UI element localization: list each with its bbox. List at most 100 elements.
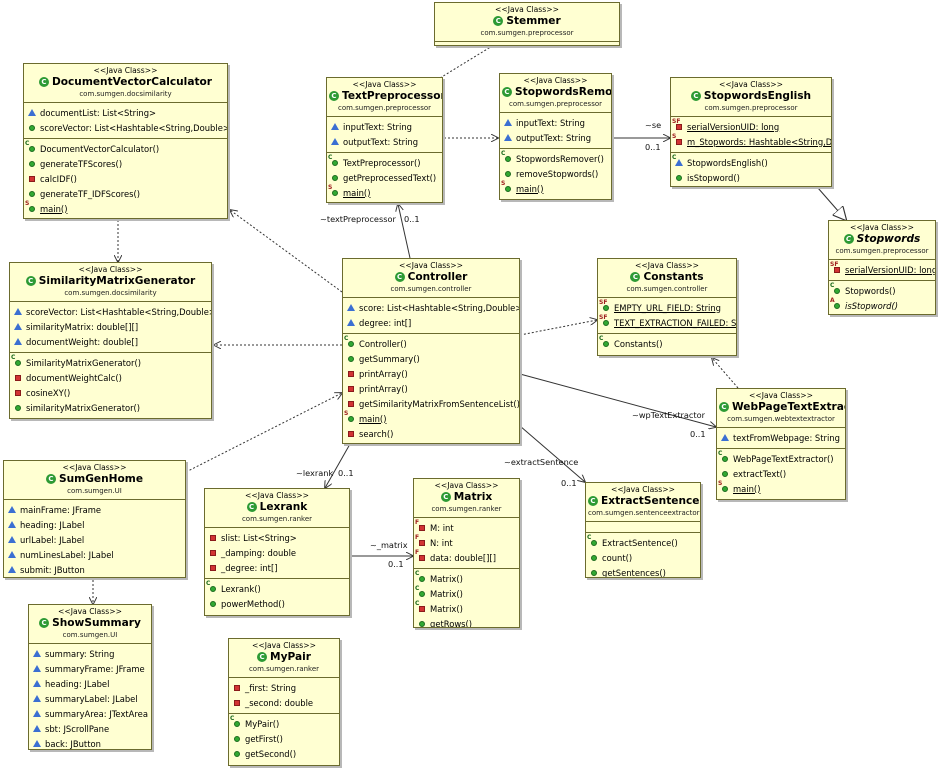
webpage-operations-row[interactable]: Smain() — [717, 480, 845, 496]
controller-attributes-row[interactable]: degree: int[] — [343, 315, 519, 330]
matrix-operations-row[interactable]: C Matrix() — [414, 570, 519, 586]
stopremover-attributes-row[interactable]: outputText: String — [500, 130, 611, 145]
simgen-operations-row[interactable]: cosineXY() — [10, 385, 211, 400]
controller-operations-row[interactable]: printArray() — [343, 381, 519, 396]
simgen-operations-row[interactable]: similarityMatrixGenerator() — [10, 400, 211, 415]
matrix-operations-row[interactable]: C Matrix() — [414, 600, 519, 616]
class-box-lexrank[interactable]: <<Java Class>> C Lexrank com.sumgen.ranker s… — [204, 488, 350, 616]
stopremover-operations-row[interactable]: Smain() — [500, 180, 611, 196]
textpre-operations-row[interactable]: C TextPreprocessor() — [327, 154, 442, 170]
docvec-attributes-row[interactable]: scoreVector: List<Hashtable<String,Doubl… — [24, 120, 227, 135]
docvec-operations-row[interactable]: calcIDF() — [24, 171, 227, 186]
stopwords-operations-row[interactable]: AisStopword() — [829, 297, 935, 313]
mypair-operations-row[interactable]: getSecond() — [229, 746, 339, 761]
sumgenhome-attributes-row[interactable]: urlLabel: JLabel — [4, 532, 185, 547]
sumgenhome-attributes-row[interactable]: mainFrame: JFrame — [4, 502, 185, 517]
class-box-matrix[interactable]: <<Java Class>> C Matrix com.sumgen.ranker F M… — [413, 478, 520, 628]
class-box-stemmer[interactable]: <<Java Class>> C Stemmer com.sumgen.preproc… — [434, 2, 620, 46]
attributes-compartment: score: List<Hashtable<String,Double>> deg… — [343, 298, 519, 334]
constants-attributes-row[interactable]: SF EMPTY_URL_FIELD: String — [598, 299, 736, 315]
textpre-operations-row[interactable]: getPreprocessedText() — [327, 170, 442, 185]
showsummary-attributes-row[interactable]: back: JButton — [29, 736, 151, 749]
controller-attributes-row[interactable]: score: List<Hashtable<String,Double>> — [343, 300, 519, 315]
class-box-showsummary[interactable]: <<Java Class>> C ShowSummary com.sumgen.UI s… — [28, 604, 152, 750]
matrix-attributes-row[interactable]: F N: int — [414, 534, 519, 550]
public-visibility-icon: C — [328, 154, 340, 168]
textpre-operations-row[interactable]: Smain() — [327, 184, 442, 200]
class-box-textpre[interactable]: <<Java Class>> C TextPreprocessor com.sumge… — [326, 77, 443, 203]
stopremover-operations-row[interactable]: removeStopwords() — [500, 166, 611, 181]
docvec-attributes-row[interactable]: documentList: List<String> — [24, 105, 227, 120]
extract-operations-row[interactable]: count() — [586, 550, 700, 565]
controller-operations-row[interactable]: getSummary() — [343, 351, 519, 366]
stopwords-operations-row[interactable]: C Stopwords() — [829, 282, 935, 298]
lexrank-attributes-row[interactable]: _damping: double — [205, 545, 349, 560]
class-box-sumgenhome[interactable]: <<Java Class>> C SumGenHome com.sumgen.UI ma… — [3, 460, 186, 578]
mypair-operations-row[interactable]: getFirst() — [229, 731, 339, 746]
class-box-controller[interactable]: <<Java Class>> C Controller com.sumgen.cont… — [342, 258, 520, 444]
lexrank-operations-row[interactable]: C Lexrank() — [205, 580, 349, 596]
class-box-stopwords[interactable]: <<Java Class>> C Stopwords com.sumgen.prepr… — [828, 220, 936, 315]
class-box-simgen[interactable]: <<Java Class>> C SimilarityMatrixGenerator… — [9, 262, 212, 419]
public-visibility-icon — [330, 173, 340, 183]
stopenglish-operations-row[interactable]: isStopword() — [671, 170, 831, 185]
sumgenhome-attributes-row[interactable]: submit: JButton — [4, 562, 185, 577]
matrix-operations-row[interactable]: getRows() — [414, 616, 519, 627]
class-box-webpage[interactable]: <<Java Class>>CWebPageTextExtractorcom.s… — [716, 388, 846, 500]
constants-attributes-row[interactable]: SFTEXT_EXTRACTION_FAILED: String — [598, 314, 736, 330]
sumgenhome-attributes-row[interactable]: numLinesLabel: JLabel — [4, 547, 185, 562]
showsummary-attributes-row[interactable]: heading: JLabel — [29, 676, 151, 691]
simgen-attributes-row[interactable]: scoreVector: List<Hashtable<String,Doubl… — [10, 304, 211, 319]
simgen-attributes-row[interactable]: similarityMatrix: double[][] — [10, 319, 211, 334]
extract-operations-row[interactable]: C ExtractSentence() — [586, 534, 700, 550]
controller-operations-row[interactable]: getSimilarityMatrixFromSentenceList() — [343, 396, 519, 411]
class-box-extract[interactable]: <<Java Class>> C ExtractSentence com.sumgen… — [585, 482, 701, 578]
docvec-operations-row[interactable]: generateTFScores() — [24, 156, 227, 171]
controller-operations-row[interactable]: printArray() — [343, 366, 519, 381]
docvec-operations-row[interactable]: generateTF_IDFScores() — [24, 186, 227, 201]
mypair-operations-row[interactable]: C MyPair() — [229, 715, 339, 731]
simgen-operations-row[interactable]: documentWeightCalc() — [10, 370, 211, 385]
showsummary-attributes-row[interactable]: summaryLabel: JLabel — [29, 691, 151, 706]
matrix-attributes-row[interactable]: Fdata: double[][] — [414, 549, 519, 565]
stopenglish-attributes-row[interactable]: Sm_Stopwords: Hashtable<String,Double> — [671, 133, 831, 149]
textpre-attributes-row[interactable]: outputText: String — [327, 134, 442, 149]
simgen-attributes-row[interactable]: documentWeight: double[] — [10, 334, 211, 349]
lexrank-attributes-row[interactable]: slist: List<String> — [205, 530, 349, 545]
webpage-operations-row[interactable]: C WebPageTextExtractor() — [717, 450, 845, 466]
showsummary-attributes-row[interactable]: sbt: JScrollPane — [29, 721, 151, 736]
mypair-attributes-row[interactable]: _first: String — [229, 680, 339, 695]
class-box-docvec[interactable]: <<Java Class>> C DocumentVectorCalculator c… — [23, 63, 228, 219]
simgen-operations-row[interactable]: C SimilarityMatrixGenerator() — [10, 354, 211, 370]
matrix-attributes-row[interactable]: F M: int — [414, 519, 519, 535]
textpre-attributes-row[interactable]: inputText: String — [327, 119, 442, 134]
stopenglish-attributes-row[interactable]: SF serialVersionUID: long — [671, 118, 831, 134]
stopwords-attributes-row[interactable]: SF serialVersionUID: long — [829, 261, 935, 277]
lexrank-operations-row[interactable]: powerMethod() — [205, 596, 349, 611]
matrix-operations-row[interactable]: C Matrix() — [414, 585, 519, 601]
class-box-stopremover[interactable]: <<Java Class>>CStopwordsRemovercom.sumge… — [499, 73, 612, 200]
sumgenhome-attributes-row[interactable]: heading: JLabel — [4, 517, 185, 532]
controller-operations-row[interactable]: search() — [343, 426, 519, 441]
webpage-attributes-row[interactable]: textFromWebpage: String — [717, 430, 845, 445]
docvec-operations-row[interactable]: Smain() — [24, 200, 227, 216]
class-box-stopenglish[interactable]: <<Java Class>> C StopwordsEnglish com.sumge… — [670, 77, 832, 187]
showsummary-attributes-row[interactable]: summaryArea: JTextArea — [29, 706, 151, 721]
mypair-attributes-row[interactable]: _second: double — [229, 695, 339, 710]
stopenglish-operations-row[interactable]: C StopwordsEnglish() — [671, 154, 831, 170]
docvec-operations-text: main() — [40, 203, 68, 214]
showsummary-attributes-row[interactable]: summary: String — [29, 646, 151, 661]
extract-operations-row[interactable]: getSentences() — [586, 565, 700, 577]
class-box-mypair[interactable]: <<Java Class>> C MyPair com.sumgen.ranker _f… — [228, 638, 340, 766]
docvec-operations-row[interactable]: C DocumentVectorCalculator() — [24, 140, 227, 156]
controller-operations-row[interactable]: C Controller() — [343, 335, 519, 351]
stopremover-attributes-row[interactable]: inputText: String — [500, 115, 611, 130]
stopremover-operations-row[interactable]: C StopwordsRemover() — [500, 150, 611, 166]
class-box-constants[interactable]: <<Java Class>> C Constants com.sumgen.contr… — [597, 258, 737, 356]
controller-operations-row[interactable]: Smain() — [343, 410, 519, 426]
showsummary-attributes-row[interactable]: summaryFrame: JFrame — [29, 661, 151, 676]
webpage-operations-row[interactable]: extractText() — [717, 466, 845, 481]
constants-operations-row[interactable]: C Constants() — [598, 335, 736, 351]
lexrank-attributes-row[interactable]: _degree: int[] — [205, 560, 349, 575]
docvec-operations-text: generateTFScores() — [40, 158, 123, 169]
